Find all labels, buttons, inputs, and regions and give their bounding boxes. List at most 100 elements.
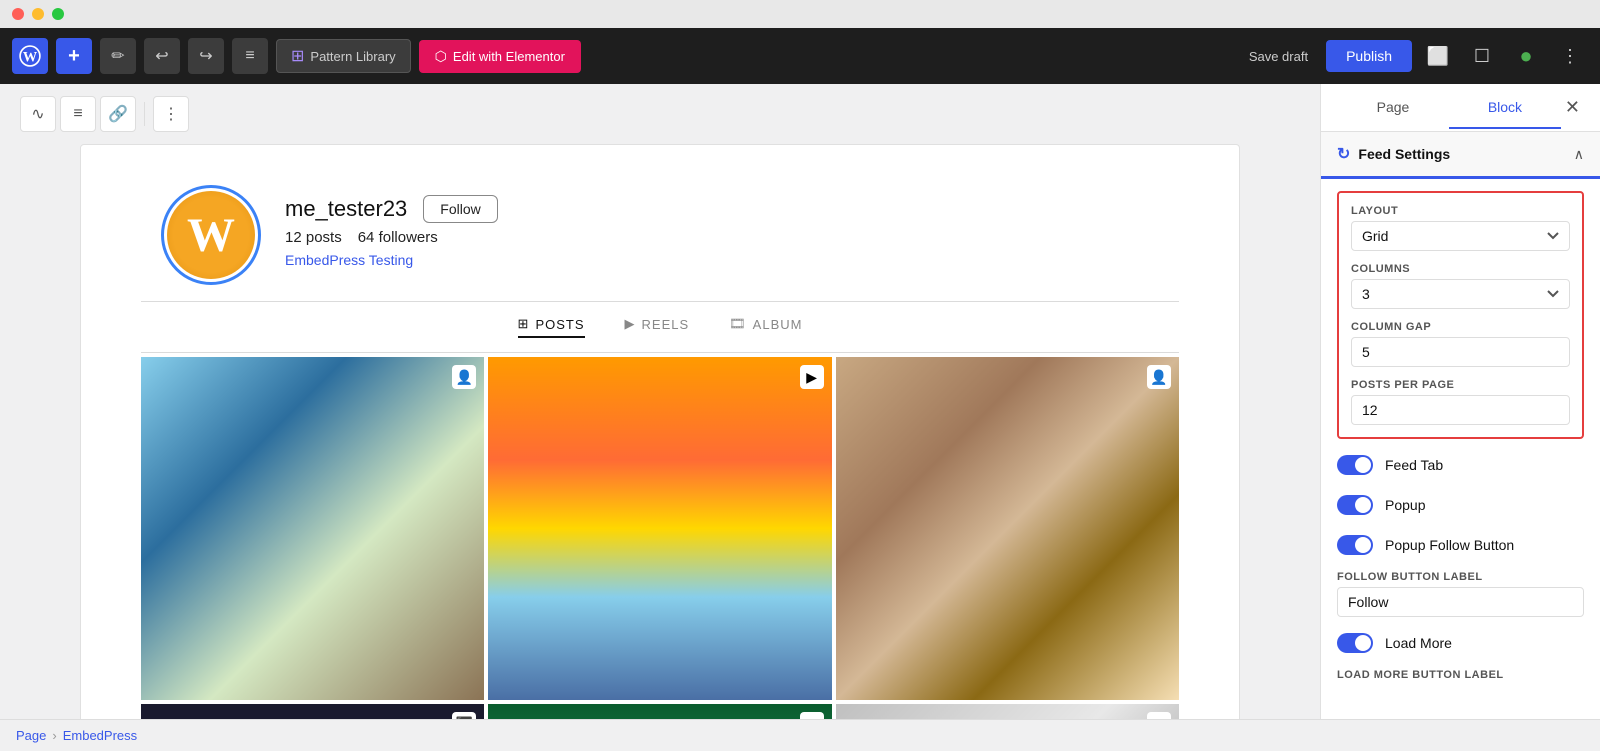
editor-sub-toolbar: ∿ ≡ 🔗 ⋮ xyxy=(0,84,1320,144)
load-more-label: Load More xyxy=(1385,635,1452,651)
posts-per-page-input[interactable] xyxy=(1351,395,1570,425)
responsive-button[interactable]: ☐ xyxy=(1464,38,1500,74)
posts-per-page-setting: POSTS PER PAGE xyxy=(1351,379,1570,425)
grid-icon: ⊞ xyxy=(518,316,530,332)
posts-per-page-label: POSTS PER PAGE xyxy=(1351,379,1570,391)
embed-preview: W me_tester23 Follow 12 posts 64 followe… xyxy=(80,144,1240,719)
traffic-light-yellow[interactable] xyxy=(32,8,44,20)
titlebar xyxy=(0,0,1600,28)
grid-cell-4[interactable]: ⬛ xyxy=(141,704,484,719)
profile-header: W me_tester23 Follow 12 posts 64 followe… xyxy=(101,165,1219,301)
profile-username: me_tester23 xyxy=(285,196,407,222)
settings-content: LAYOUT Grid List Masonry COLUMNS 1 2 3 4 xyxy=(1321,179,1600,697)
cell-6-icon: ··· xyxy=(1147,712,1171,719)
feed-settings-header[interactable]: ↻ Feed Settings ∧ xyxy=(1321,132,1600,179)
elementor-icon: ⬡ xyxy=(435,48,447,65)
tab-page[interactable]: Page xyxy=(1337,87,1449,129)
cell-2-icon: ▶ xyxy=(800,365,824,389)
traffic-light-green[interactable] xyxy=(52,8,64,20)
divider xyxy=(144,102,145,126)
pencil-button[interactable]: ✏ xyxy=(100,38,136,74)
column-gap-setting: COLUMN GAP xyxy=(1351,321,1570,367)
menu-button[interactable]: ≡ xyxy=(232,38,268,74)
reels-icon: ▶ xyxy=(625,316,636,332)
device-preview-button[interactable]: ⬜ xyxy=(1420,38,1456,74)
grid-cell-6[interactable]: ··· xyxy=(836,704,1179,719)
tab-reels[interactable]: ▶ REELS xyxy=(625,316,690,338)
grid-cell-5[interactable]: ▶ xyxy=(488,704,831,719)
red-bordered-section: LAYOUT Grid List Masonry COLUMNS 1 2 3 4 xyxy=(1337,191,1584,439)
profile-name-row: me_tester23 Follow xyxy=(285,195,498,223)
popup-follow-toggle-row: Popup Follow Button xyxy=(1337,531,1584,559)
wp-toolbar: W + ✏ ↩ ↪ ≡ ⊞ Pattern Library ⬡ Edit wit… xyxy=(0,28,1600,84)
cell-4-icon: ⬛ xyxy=(452,712,476,719)
more-btn[interactable]: ⋮ xyxy=(153,96,189,132)
load-more-toggle-row: Load More xyxy=(1337,629,1584,657)
elementor-button[interactable]: ⬡ Edit with Elementor xyxy=(419,40,581,73)
breadcrumb-separator: › xyxy=(52,728,56,743)
album-icon: 🎞 xyxy=(729,316,747,332)
main-area: ∿ ≡ 🔗 ⋮ W me_tester23 Follow xyxy=(0,84,1600,719)
traffic-light-red[interactable] xyxy=(12,8,24,20)
grid-cell-1[interactable]: 👤 xyxy=(141,357,484,700)
avatar-container: W xyxy=(161,185,261,285)
feed-tab-toggle[interactable] xyxy=(1337,455,1373,475)
grid-cell-2[interactable]: ▶ xyxy=(488,357,831,700)
cell-3-icon: 👤 xyxy=(1147,365,1171,389)
more-options-button[interactable]: ⋮ xyxy=(1552,38,1588,74)
follow-button-label-setting: FOLLOW BUTTON LABEL xyxy=(1337,571,1584,617)
tab-block[interactable]: Block xyxy=(1449,87,1561,129)
follow-button-label-input[interactable] xyxy=(1337,587,1584,617)
status-button[interactable]: ● xyxy=(1508,38,1544,74)
breadcrumb-page[interactable]: Page xyxy=(16,728,46,743)
wp-logo[interactable]: W xyxy=(12,38,48,74)
svg-text:W: W xyxy=(23,50,38,66)
column-gap-input[interactable] xyxy=(1351,337,1570,367)
panel-close-button[interactable]: ✕ xyxy=(1561,93,1584,122)
popup-toggle[interactable] xyxy=(1337,495,1373,515)
layout-label: LAYOUT xyxy=(1351,205,1570,217)
load-more-toggle[interactable] xyxy=(1337,633,1373,653)
followers-count: 64 followers xyxy=(358,229,438,246)
columns-select[interactable]: 1 2 3 4 5 xyxy=(1351,279,1570,309)
tab-album[interactable]: 🎞 ALBUM xyxy=(729,316,802,338)
save-draft-button[interactable]: Save draft xyxy=(1239,43,1318,70)
pattern-library-button[interactable]: ⊞ Pattern Library xyxy=(276,39,411,73)
redo-button[interactable]: ↪ xyxy=(188,38,224,74)
right-panel: Page Block ✕ ↻ Feed Settings ∧ LAYOUT Gr… xyxy=(1320,84,1600,719)
posts-tabs: ⊞ POSTS ▶ REELS 🎞 ALBUM xyxy=(141,302,1179,353)
undo-button[interactable]: ↩ xyxy=(144,38,180,74)
profile-info: me_tester23 Follow 12 posts 64 followers… xyxy=(285,185,498,268)
style-btn-1[interactable]: ∿ xyxy=(20,96,56,132)
editor-area: ∿ ≡ 🔗 ⋮ W me_tester23 Follow xyxy=(0,84,1320,719)
breadcrumb-embedpress[interactable]: EmbedPress xyxy=(63,728,137,743)
grid-cell-3[interactable]: 👤 xyxy=(836,357,1179,700)
add-button[interactable]: + xyxy=(56,38,92,74)
layout-setting: LAYOUT Grid List Masonry xyxy=(1351,205,1570,251)
columns-label: COLUMNS xyxy=(1351,263,1570,275)
pattern-library-icon: ⊞ xyxy=(291,46,304,66)
load-more-button-label-heading: LOAD MORE BUTTON LABEL xyxy=(1337,669,1584,681)
tab-posts[interactable]: ⊞ POSTS xyxy=(518,316,585,338)
feed-tab-toggle-row: Feed Tab xyxy=(1337,451,1584,479)
layout-select[interactable]: Grid List Masonry xyxy=(1351,221,1570,251)
follow-button[interactable]: Follow xyxy=(423,195,497,223)
publish-button[interactable]: Publish xyxy=(1326,40,1412,72)
feed-settings-icon: ↻ xyxy=(1337,144,1350,164)
avatar: W xyxy=(167,191,255,279)
cell-1-icon: 👤 xyxy=(452,365,476,389)
posts-count: 12 posts xyxy=(285,229,342,246)
popup-follow-toggle[interactable] xyxy=(1337,535,1373,555)
feed-settings-title: ↻ Feed Settings xyxy=(1337,144,1450,164)
feed-tab-label: Feed Tab xyxy=(1385,457,1443,473)
style-btn-3[interactable]: 🔗 xyxy=(100,96,136,132)
popup-follow-label: Popup Follow Button xyxy=(1385,537,1514,553)
feed-settings-chevron-icon: ∧ xyxy=(1574,146,1584,163)
profile-bio: EmbedPress Testing xyxy=(285,252,498,268)
avatar-ring: W xyxy=(161,185,261,285)
follow-button-label-label: FOLLOW BUTTON LABEL xyxy=(1337,571,1584,583)
style-btn-2[interactable]: ≡ xyxy=(60,96,96,132)
breadcrumb: Page › EmbedPress xyxy=(0,719,1600,751)
cell-5-icon: ▶ xyxy=(800,712,824,719)
popup-toggle-row: Popup xyxy=(1337,491,1584,519)
